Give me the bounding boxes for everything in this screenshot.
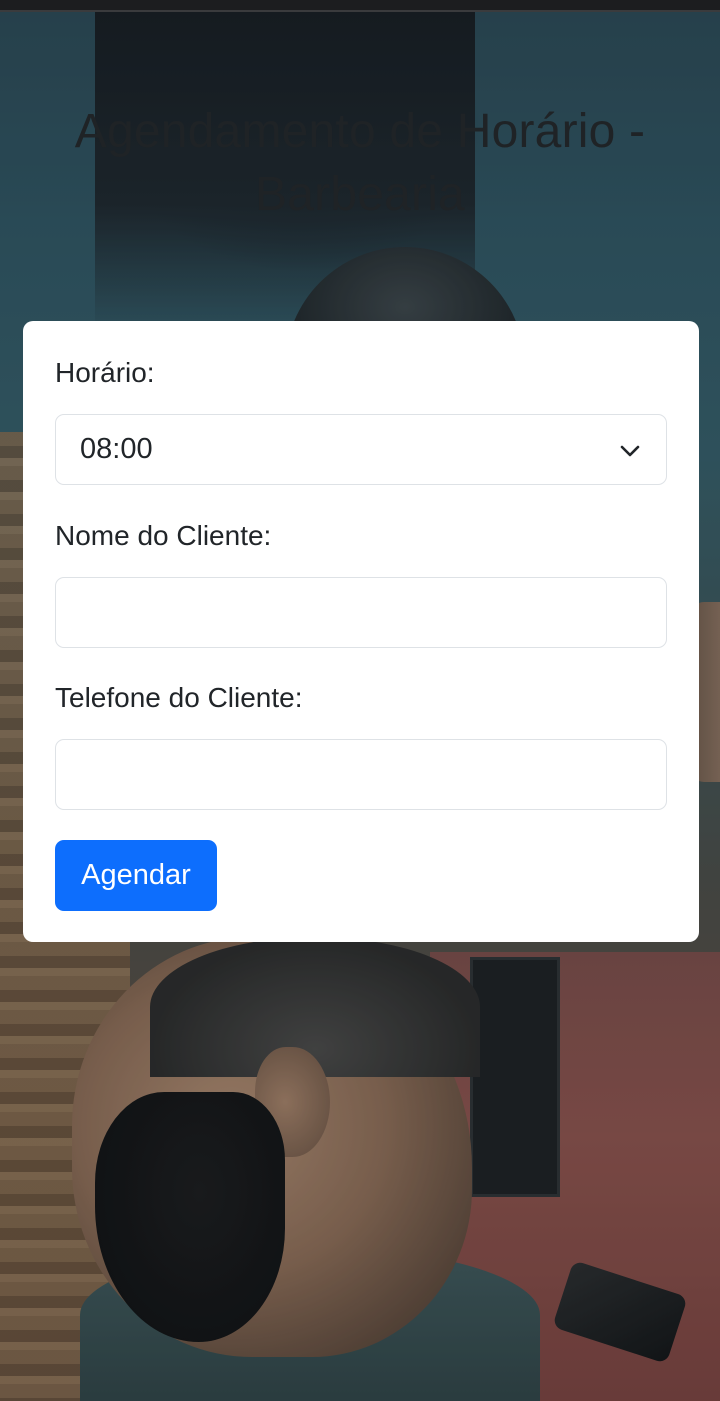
- client-phone-input[interactable]: [56, 740, 666, 809]
- chevron-down-icon: [620, 445, 640, 457]
- browser-top-bar: [0, 0, 720, 12]
- time-select[interactable]: 08:00: [55, 414, 667, 485]
- schedule-button[interactable]: Agendar: [55, 840, 217, 911]
- client-name-input[interactable]: [56, 578, 666, 647]
- time-label: Horário:: [55, 357, 155, 388]
- page-title: Agendamento de Horário - Barbearia: [74, 105, 646, 221]
- booking-form: Horário: 08:00 Nome do Cliente: Telefone…: [23, 321, 699, 942]
- time-select-value: 08:00: [80, 433, 153, 465]
- client-name-label: Nome do Cliente:: [55, 520, 272, 551]
- client-phone-field[interactable]: [55, 739, 667, 810]
- client-phone-label: Telefone do Cliente:: [55, 682, 303, 713]
- client-name-field[interactable]: [55, 577, 667, 648]
